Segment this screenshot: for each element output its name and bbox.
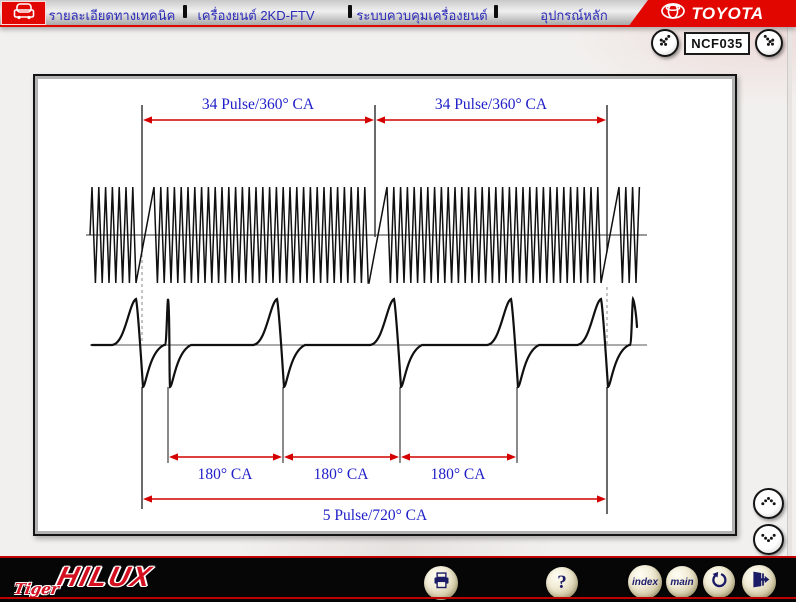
hilux-logo: HILUX bbox=[54, 561, 156, 592]
bottom-bar: HILUX Tiger ? index main bbox=[0, 556, 796, 602]
page-code-box: NCF035 bbox=[684, 32, 750, 55]
dots-next-icon bbox=[759, 31, 779, 56]
page-code: NCF035 bbox=[691, 36, 743, 51]
exit-icon bbox=[749, 569, 770, 595]
car-icon bbox=[11, 1, 37, 26]
main-button-label: main bbox=[670, 576, 694, 588]
dim-label-5pulse-720ca: 5 Pulse/720° CA bbox=[323, 507, 428, 524]
menu-item-main-equipment[interactable]: อุปกรณ์หลัก bbox=[540, 5, 607, 26]
menu-item-engine-control-system[interactable]: ระบบควบคุมเครื่องยนต์ bbox=[356, 5, 487, 26]
menu-separator bbox=[348, 5, 352, 18]
menu-item-technical-details[interactable]: รายละเอียดทางเทคนิค bbox=[49, 5, 176, 26]
dim-label-180ca-1: 180° CA bbox=[198, 466, 254, 483]
top-menu-bar: รายละเอียดทางเทคนิค เครื่องยนต์ 2KD-FTV … bbox=[0, 0, 796, 27]
exit-button[interactable] bbox=[742, 565, 776, 599]
menu-item-engine-2kd-ftv[interactable]: เครื่องยนต์ 2KD-FTV bbox=[197, 5, 314, 26]
dots-down-icon bbox=[758, 527, 779, 553]
chart-lines bbox=[86, 105, 647, 514]
question-icon: ? bbox=[557, 572, 567, 593]
menu-separator bbox=[183, 5, 187, 18]
scroll-up-button[interactable] bbox=[753, 488, 784, 519]
help-button[interactable]: ? bbox=[546, 567, 578, 599]
dots-prev-icon bbox=[655, 31, 675, 56]
dim-label-34pulse-right: 34 Pulse/360° CA bbox=[435, 96, 548, 113]
sensor-waveform-chart: 34 Pulse/360° CA 34 Pulse/360° CA 180° C… bbox=[86, 96, 647, 524]
dim-label-180ca-3: 180° CA bbox=[431, 466, 487, 483]
prev-page-button[interactable] bbox=[651, 29, 679, 57]
home-vehicle-button[interactable] bbox=[1, 1, 46, 25]
next-page-button[interactable] bbox=[755, 29, 783, 57]
toyota-logo: TOYOTA bbox=[628, 0, 796, 27]
print-icon bbox=[431, 570, 452, 596]
dim-label-34pulse-left: 34 Pulse/360° CA bbox=[202, 96, 315, 113]
index-button-label: index bbox=[631, 576, 659, 588]
scroll-down-button[interactable] bbox=[753, 524, 784, 555]
diagram-panel: 34 Pulse/360° CA 34 Pulse/360° CA 180° C… bbox=[33, 74, 737, 536]
toyota-wordmark: TOYOTA bbox=[691, 3, 764, 23]
index-button[interactable]: index bbox=[628, 565, 662, 599]
refresh-icon bbox=[709, 570, 729, 595]
tiger-logo: Tiger bbox=[12, 580, 61, 598]
dim-label-180ca-2: 180° CA bbox=[314, 466, 370, 483]
dots-up-icon bbox=[758, 491, 779, 517]
print-button[interactable] bbox=[424, 566, 458, 600]
window-right-edge bbox=[787, 26, 792, 557]
menu-separator bbox=[494, 5, 498, 18]
toyota-emblem-icon bbox=[660, 2, 686, 25]
main-button[interactable]: main bbox=[666, 566, 698, 598]
back-refresh-button[interactable] bbox=[703, 566, 735, 598]
